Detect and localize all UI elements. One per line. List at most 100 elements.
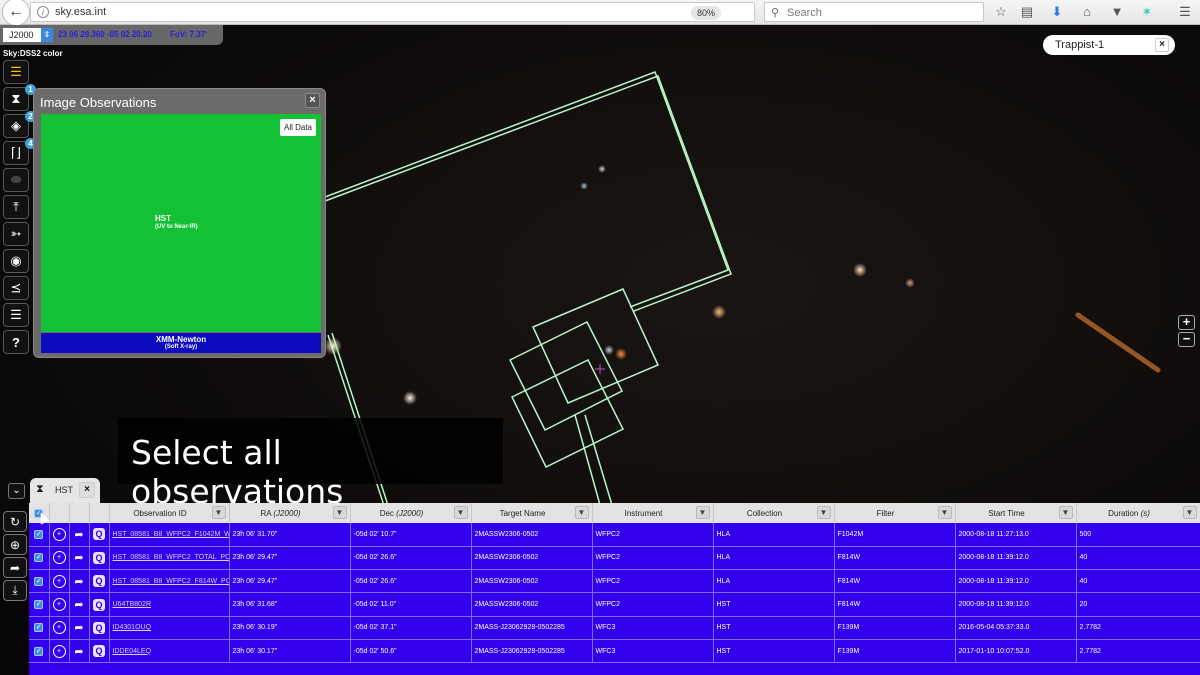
menu-icon[interactable]: ☰	[1176, 4, 1194, 20]
chevron-updown-icon[interactable]: ⇕	[41, 28, 53, 42]
browser-search-input[interactable]: ⚲ Search	[764, 2, 984, 22]
menu-button[interactable]: ☰	[3, 303, 29, 327]
table-row[interactable]: ✓ + ➦ Q HST_08581_B8_WFPC2_F1042M_W 23h …	[29, 523, 1200, 547]
row-checkbox[interactable]: ✓	[34, 600, 44, 610]
info-icon[interactable]: i	[37, 6, 49, 18]
zoom-level-badge[interactable]: 80%	[691, 6, 722, 20]
reading-list-icon[interactable]: ▤	[1018, 4, 1036, 20]
cell-duration: 2.7782	[1076, 639, 1200, 664]
share-arrow-icon[interactable]: ➦	[74, 622, 83, 634]
cell-duration: 500	[1076, 523, 1200, 547]
mission-band: (Soft X-ray)	[164, 344, 198, 350]
preview-icon[interactable]: Q	[93, 575, 105, 588]
header-start-time[interactable]: Start Time ▼	[955, 503, 1077, 523]
treemap-hst[interactable]: All Data HST (UV to Near-IR)	[41, 114, 321, 332]
header-collection[interactable]: Collection ▼	[713, 503, 835, 523]
collapse-results-button[interactable]: ⌄	[8, 483, 25, 499]
header-dec[interactable]: Dec (J2000) ▼	[350, 503, 472, 523]
observation-id-link[interactable]: IDDE04LEQ	[113, 648, 152, 655]
all-data-button[interactable]: All Data	[279, 119, 316, 136]
filter-icon[interactable]: ▼	[695, 506, 710, 519]
cell-filter: F139M	[834, 616, 956, 640]
row-send-cell: ➦	[69, 639, 90, 664]
footprint-wfc3	[531, 288, 660, 404]
clear-target-button[interactable]: ×	[1155, 38, 1169, 52]
publications-button[interactable]: ⬬	[3, 168, 29, 192]
upload-button[interactable]: ⤒	[3, 195, 29, 219]
header-target-name[interactable]: Target Name ▼	[471, 503, 593, 523]
filter-icon[interactable]: ▼	[1182, 506, 1197, 519]
help-button[interactable]: ?	[3, 330, 29, 354]
download-icon[interactable]: ⬇	[1048, 4, 1066, 20]
star-icon[interactable]: ☆	[992, 4, 1010, 20]
row-checkbox[interactable]: ✓	[34, 623, 44, 633]
filter-icon[interactable]: ▼	[937, 506, 952, 519]
filter-icon[interactable]: ▼	[574, 506, 589, 519]
share-arrow-icon[interactable]: ➦	[74, 529, 83, 541]
refresh-button[interactable]: ↻	[3, 511, 27, 532]
crosshair-icon[interactable]: +	[52, 527, 66, 541]
filter-icon[interactable]: ▼	[211, 506, 226, 519]
crosshair-icon[interactable]: +	[52, 574, 66, 588]
row-checkbox[interactable]: ✓	[34, 553, 44, 563]
header-instrument[interactable]: Instrument ▼	[592, 503, 714, 523]
url-bar[interactable]: i sky.esa.int 80% ↻	[30, 2, 774, 22]
sky-layers-button[interactable]: ☰	[3, 60, 29, 84]
zoom-in-button[interactable]: +	[1178, 315, 1195, 330]
filter-icon[interactable]: ▼	[332, 506, 347, 519]
preview-icon[interactable]: Q	[93, 551, 105, 564]
crosshair-icon[interactable]: +	[52, 644, 66, 658]
share-arrow-icon[interactable]: ➦	[74, 576, 83, 588]
recenter-button[interactable]: ⊕	[3, 534, 27, 555]
share-button[interactable]: ⪯	[3, 276, 29, 300]
filter-icon[interactable]: ▼	[453, 506, 468, 519]
send-button[interactable]: ➦	[3, 557, 27, 578]
row-select-cell: ✓	[29, 616, 50, 640]
home-icon[interactable]: ⌂	[1078, 4, 1096, 19]
close-tab-button[interactable]: ×	[79, 482, 95, 498]
treemap-xmm-newton[interactable]: XMM-Newton (Soft X-ray)	[41, 333, 321, 353]
filter-icon[interactable]: ▼	[816, 506, 831, 519]
table-row[interactable]: ✓ + ➦ Q ID4301OUQ 23h 06' 30.19" -05d 02…	[29, 616, 1200, 640]
back-button[interactable]: ←	[2, 0, 30, 26]
share-arrow-icon[interactable]: ➦	[74, 599, 83, 611]
zoom-out-button[interactable]: −	[1178, 332, 1195, 347]
observation-id-link[interactable]: ID4301OUQ	[113, 624, 152, 631]
observation-id-link[interactable]: HST_08581_B8_WFPC2_F1042M_W	[113, 531, 229, 538]
row-checkbox[interactable]: ✓	[34, 576, 44, 586]
table-row[interactable]: ✓ + ➦ Q HST_08581_B8_WFPC2_F814W_PC 23h …	[29, 569, 1200, 594]
table-row[interactable]: ✓ + ➦ Q IDDE04LEQ 23h 06' 30.17" -05d 02…	[29, 639, 1200, 664]
telescope-button[interactable]: ➳	[3, 222, 29, 246]
row-checkbox[interactable]: ✓	[34, 529, 44, 539]
crosshair-icon[interactable]: +	[52, 598, 66, 612]
filter-icon[interactable]: ▼	[1058, 506, 1073, 519]
preview-icon[interactable]: Q	[93, 528, 105, 541]
row-checkbox[interactable]: ✓	[34, 646, 44, 656]
extension-icon[interactable]: ✶	[1138, 4, 1156, 20]
preview-icon[interactable]: Q	[93, 645, 105, 658]
download-results-button[interactable]: ⤓	[3, 580, 27, 601]
close-icon[interactable]: ×	[305, 93, 320, 108]
crosshair-icon[interactable]: +	[52, 621, 66, 635]
header-ra[interactable]: RA (J2000) ▼	[229, 503, 351, 523]
row-center-cell: +	[49, 592, 70, 617]
cell-ra: 23h 06' 31.70"	[229, 523, 351, 547]
table-row[interactable]: ✓ + ➦ Q U64TB802R 23h 06' 31.68" -05d 02…	[29, 592, 1200, 617]
pocket-icon[interactable]: ▼	[1108, 4, 1126, 19]
target-search-input[interactable]: Trappist-1 ×	[1043, 35, 1175, 55]
share-arrow-icon[interactable]: ➦	[74, 552, 83, 564]
header-observation-id[interactable]: Observation ID ▼	[109, 503, 230, 523]
crosshair-icon[interactable]: +	[52, 551, 66, 565]
tab-hst[interactable]: ⧗ HST ×	[30, 478, 100, 504]
table-row[interactable]: ✓ + ➦ Q HST_08581_B8_WFPC2_TOTAL_PC 23h …	[29, 546, 1200, 571]
observation-id-link[interactable]: U64TB802R	[113, 601, 152, 608]
mission-name: XMM-Newton	[155, 335, 207, 344]
header-filter[interactable]: Filter ▼	[834, 503, 956, 523]
observation-id-link[interactable]: HST_08581_B8_WFPC2_TOTAL_PC	[113, 554, 229, 561]
share-arrow-icon[interactable]: ➦	[74, 646, 83, 658]
observation-id-link[interactable]: HST_08581_B8_WFPC2_F814W_PC	[113, 578, 229, 585]
preview-icon[interactable]: Q	[93, 621, 105, 634]
screenshot-button[interactable]: ◉	[3, 249, 29, 273]
header-duration[interactable]: Duration (s) ▼	[1076, 503, 1200, 523]
preview-icon[interactable]: Q	[93, 598, 105, 611]
